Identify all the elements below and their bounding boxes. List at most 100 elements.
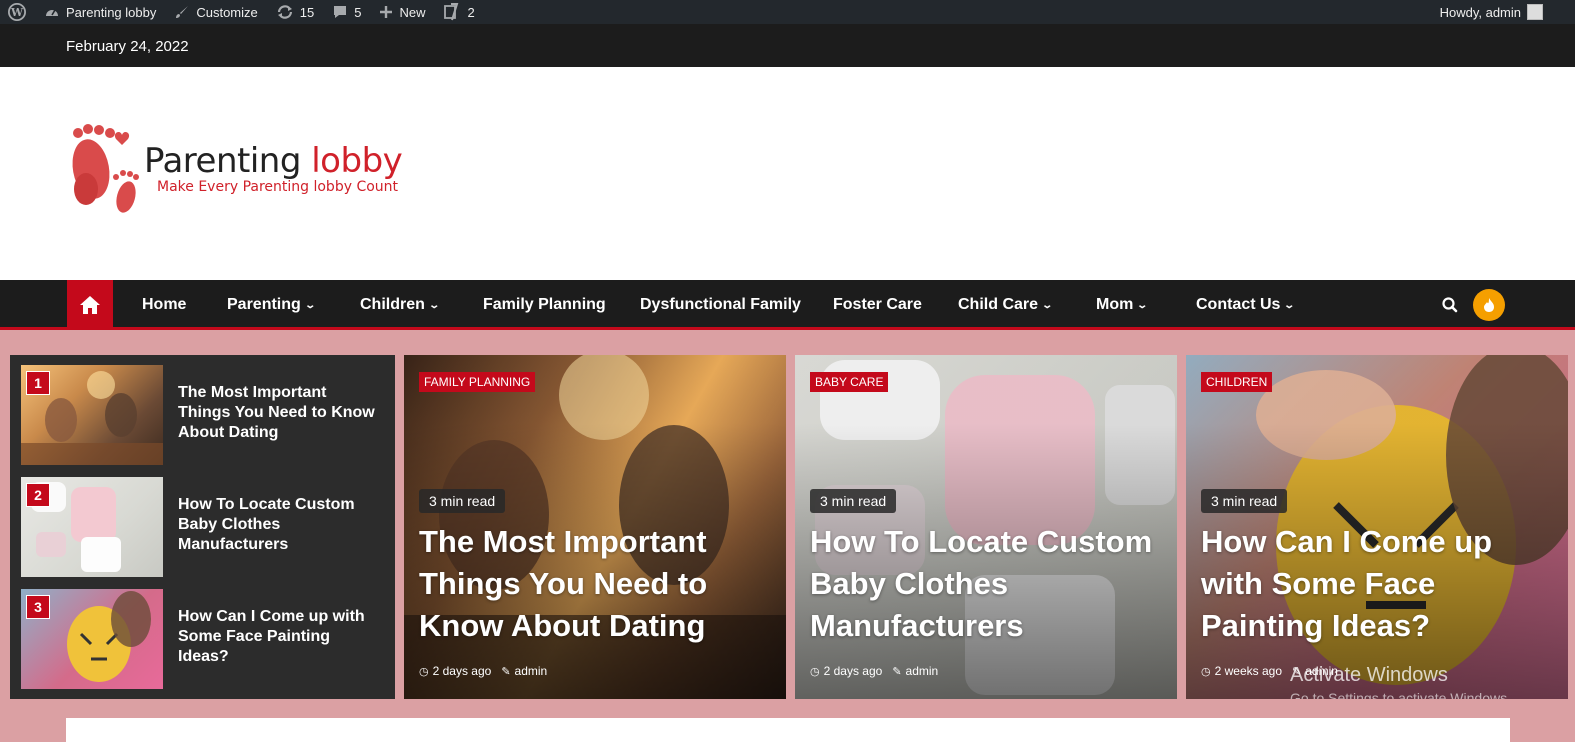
site-logo[interactable]: Parenting lobby Make Every Parenting lob… [66, 119, 426, 229]
admin-site-link[interactable]: Parenting lobby [35, 0, 165, 24]
nav-item-child-care[interactable]: Child Care ⌄ [958, 280, 1054, 330]
dashboard-icon [44, 4, 60, 20]
post-meta: ◷ 2 days ago ✎ admin [419, 664, 547, 678]
admin-updates-count: 15 [299, 4, 315, 20]
avatar [1527, 4, 1543, 20]
content-area [66, 718, 1510, 742]
chevron-down-icon: ⌄ [1283, 299, 1296, 311]
nav-item-label: Mom [1096, 296, 1134, 313]
admin-customize-link[interactable]: Customize [165, 0, 266, 24]
post-title[interactable]: The Most Important Things You Need to Kn… [178, 383, 378, 443]
category-badge[interactable]: Family Planning [419, 372, 536, 392]
post-author[interactable]: admin [515, 664, 548, 678]
category-badge[interactable]: Children [1201, 372, 1273, 392]
read-time-badge: 3 min read [419, 489, 506, 513]
flame-icon [1484, 298, 1494, 312]
windows-activation-watermark: Activate Windows [1290, 664, 1448, 686]
wordpress-icon: W [8, 3, 26, 21]
chevron-down-icon: ⌄ [1136, 299, 1149, 311]
admin-account[interactable]: Howdy, admin [1440, 0, 1543, 24]
post-title[interactable]: How Can I Come up with Some Face Paintin… [1201, 521, 1561, 647]
nav-item-label: Home [142, 296, 187, 313]
chevron-down-icon: ⌄ [1041, 299, 1054, 311]
rank-badge: 3 [26, 595, 50, 619]
site-header: Parenting lobby Make Every Parenting lob… [0, 67, 1575, 280]
post-title[interactable]: How To Locate Custom Baby Clothes Manufa… [178, 495, 378, 555]
post-author[interactable]: admin [906, 664, 939, 678]
admin-customize-label: Customize [196, 4, 258, 20]
admin-comments-count: 5 [354, 4, 362, 20]
post-title[interactable]: How Can I Come up with Some Face Paintin… [178, 607, 378, 667]
admin-site-name: Parenting lobby [66, 4, 157, 20]
list-item[interactable]: 2 How To Locate Custom Baby Clothes Manu… [21, 477, 385, 577]
clock-icon: ◷ [810, 665, 820, 678]
admin-updates-link[interactable]: 15 [267, 0, 323, 24]
logo-tagline: Make Every Parenting lobby Count [157, 179, 399, 195]
nav-item-label: Dysfunctional Family [640, 296, 801, 313]
clock-icon: ◷ [419, 665, 429, 678]
list-item[interactable]: 1 The Most Important Things You Need to … [21, 365, 385, 465]
current-date: February 24, 2022 [66, 38, 189, 55]
plus-icon [379, 5, 393, 19]
search-button[interactable] [1440, 295, 1460, 315]
nav-item-label: Parenting [227, 296, 301, 313]
featured-post-card[interactable]: Children 3 min read How Can I Come up wi… [1186, 355, 1568, 699]
nav-item-label: Child Care [958, 296, 1039, 313]
nav-item-label: Family Planning [483, 296, 606, 313]
admin-new-link[interactable]: New [370, 0, 434, 24]
admin-comments-link[interactable]: 5 [323, 0, 370, 24]
trending-list: 1 The Most Important Things You Need to … [10, 355, 395, 699]
nav-item-contact-us[interactable]: Contact Us ⌄ [1196, 280, 1296, 330]
yoast-icon [443, 3, 461, 21]
home-icon [80, 296, 100, 314]
rank-badge: 1 [26, 371, 50, 395]
brush-icon [174, 4, 190, 20]
nav-item-children[interactable]: Children ⌄ [360, 280, 440, 330]
logo-title-part1: Parenting [144, 141, 301, 181]
windows-activation-subtext: Go to Settings to activate Windows. [1290, 690, 1511, 699]
main-nav: Home Parenting ⌄ Children ⌄ Family Plannin… [0, 280, 1575, 330]
nav-item-parenting[interactable]: Parenting ⌄ [227, 280, 316, 330]
footprints-icon [72, 124, 139, 213]
post-date: 2 days ago [823, 664, 883, 678]
search-icon [1442, 297, 1458, 313]
admin-bar: W Parenting lobby Customize 15 5 New 2 H… [0, 0, 1575, 24]
post-meta: ◷ 2 days ago ✎ admin [810, 664, 938, 678]
logo-title: Parenting lobby [144, 141, 403, 181]
nav-item-foster-care[interactable]: Foster Care [833, 280, 922, 330]
nav-item-label: Contact Us [1196, 296, 1281, 313]
nav-item-family-planning[interactable]: Family Planning [483, 280, 606, 330]
dark-mode-toggle[interactable] [1473, 289, 1505, 321]
category-badge[interactable]: Baby Care [810, 372, 889, 392]
admin-howdy: Howdy, admin [1439, 4, 1521, 20]
post-title[interactable]: The Most Important Things You Need to Kn… [419, 521, 779, 647]
edit-icon: ✎ [892, 665, 902, 678]
nav-home-button[interactable] [67, 280, 113, 330]
date-bar: February 24, 2022 [0, 24, 1575, 67]
edit-icon: ✎ [501, 665, 511, 678]
post-date: 2 days ago [432, 664, 492, 678]
list-item[interactable]: 3 How Can I Come up with Some Face Paint… [21, 589, 385, 689]
logo-title-part2: lobby [311, 141, 403, 181]
chevron-down-icon: ⌄ [304, 299, 316, 311]
admin-new-label: New [399, 4, 426, 20]
admin-yoast-link[interactable]: 2 [434, 0, 483, 24]
nav-item-dysfunctional-family[interactable]: Dysfunctional Family [640, 280, 801, 330]
read-time-badge: 3 min read [1201, 489, 1288, 513]
post-title[interactable]: How To Locate Custom Baby Clothes Manufa… [810, 521, 1170, 647]
comment-icon [332, 4, 348, 20]
updates-icon [276, 4, 294, 20]
nav-item-home[interactable]: Home [142, 280, 186, 330]
featured-post-card[interactable]: Baby Care 3 min read How To Locate Custo… [795, 355, 1177, 699]
chevron-down-icon: ⌄ [428, 299, 440, 311]
admin-yoast-count: 2 [467, 4, 475, 20]
post-date: 2 weeks ago [1214, 664, 1282, 678]
read-time-badge: 3 min read [810, 489, 897, 513]
nav-item-mom[interactable]: Mom ⌄ [1096, 280, 1149, 330]
wordpress-logo[interactable]: W [0, 0, 35, 24]
nav-item-label: Children [360, 296, 425, 313]
clock-icon: ◷ [1201, 665, 1211, 678]
featured-post-card[interactable]: Family Planning 3 min read The Most Impo… [404, 355, 786, 699]
nav-item-label: Foster Care [833, 296, 922, 313]
svg-text:W: W [10, 6, 24, 19]
